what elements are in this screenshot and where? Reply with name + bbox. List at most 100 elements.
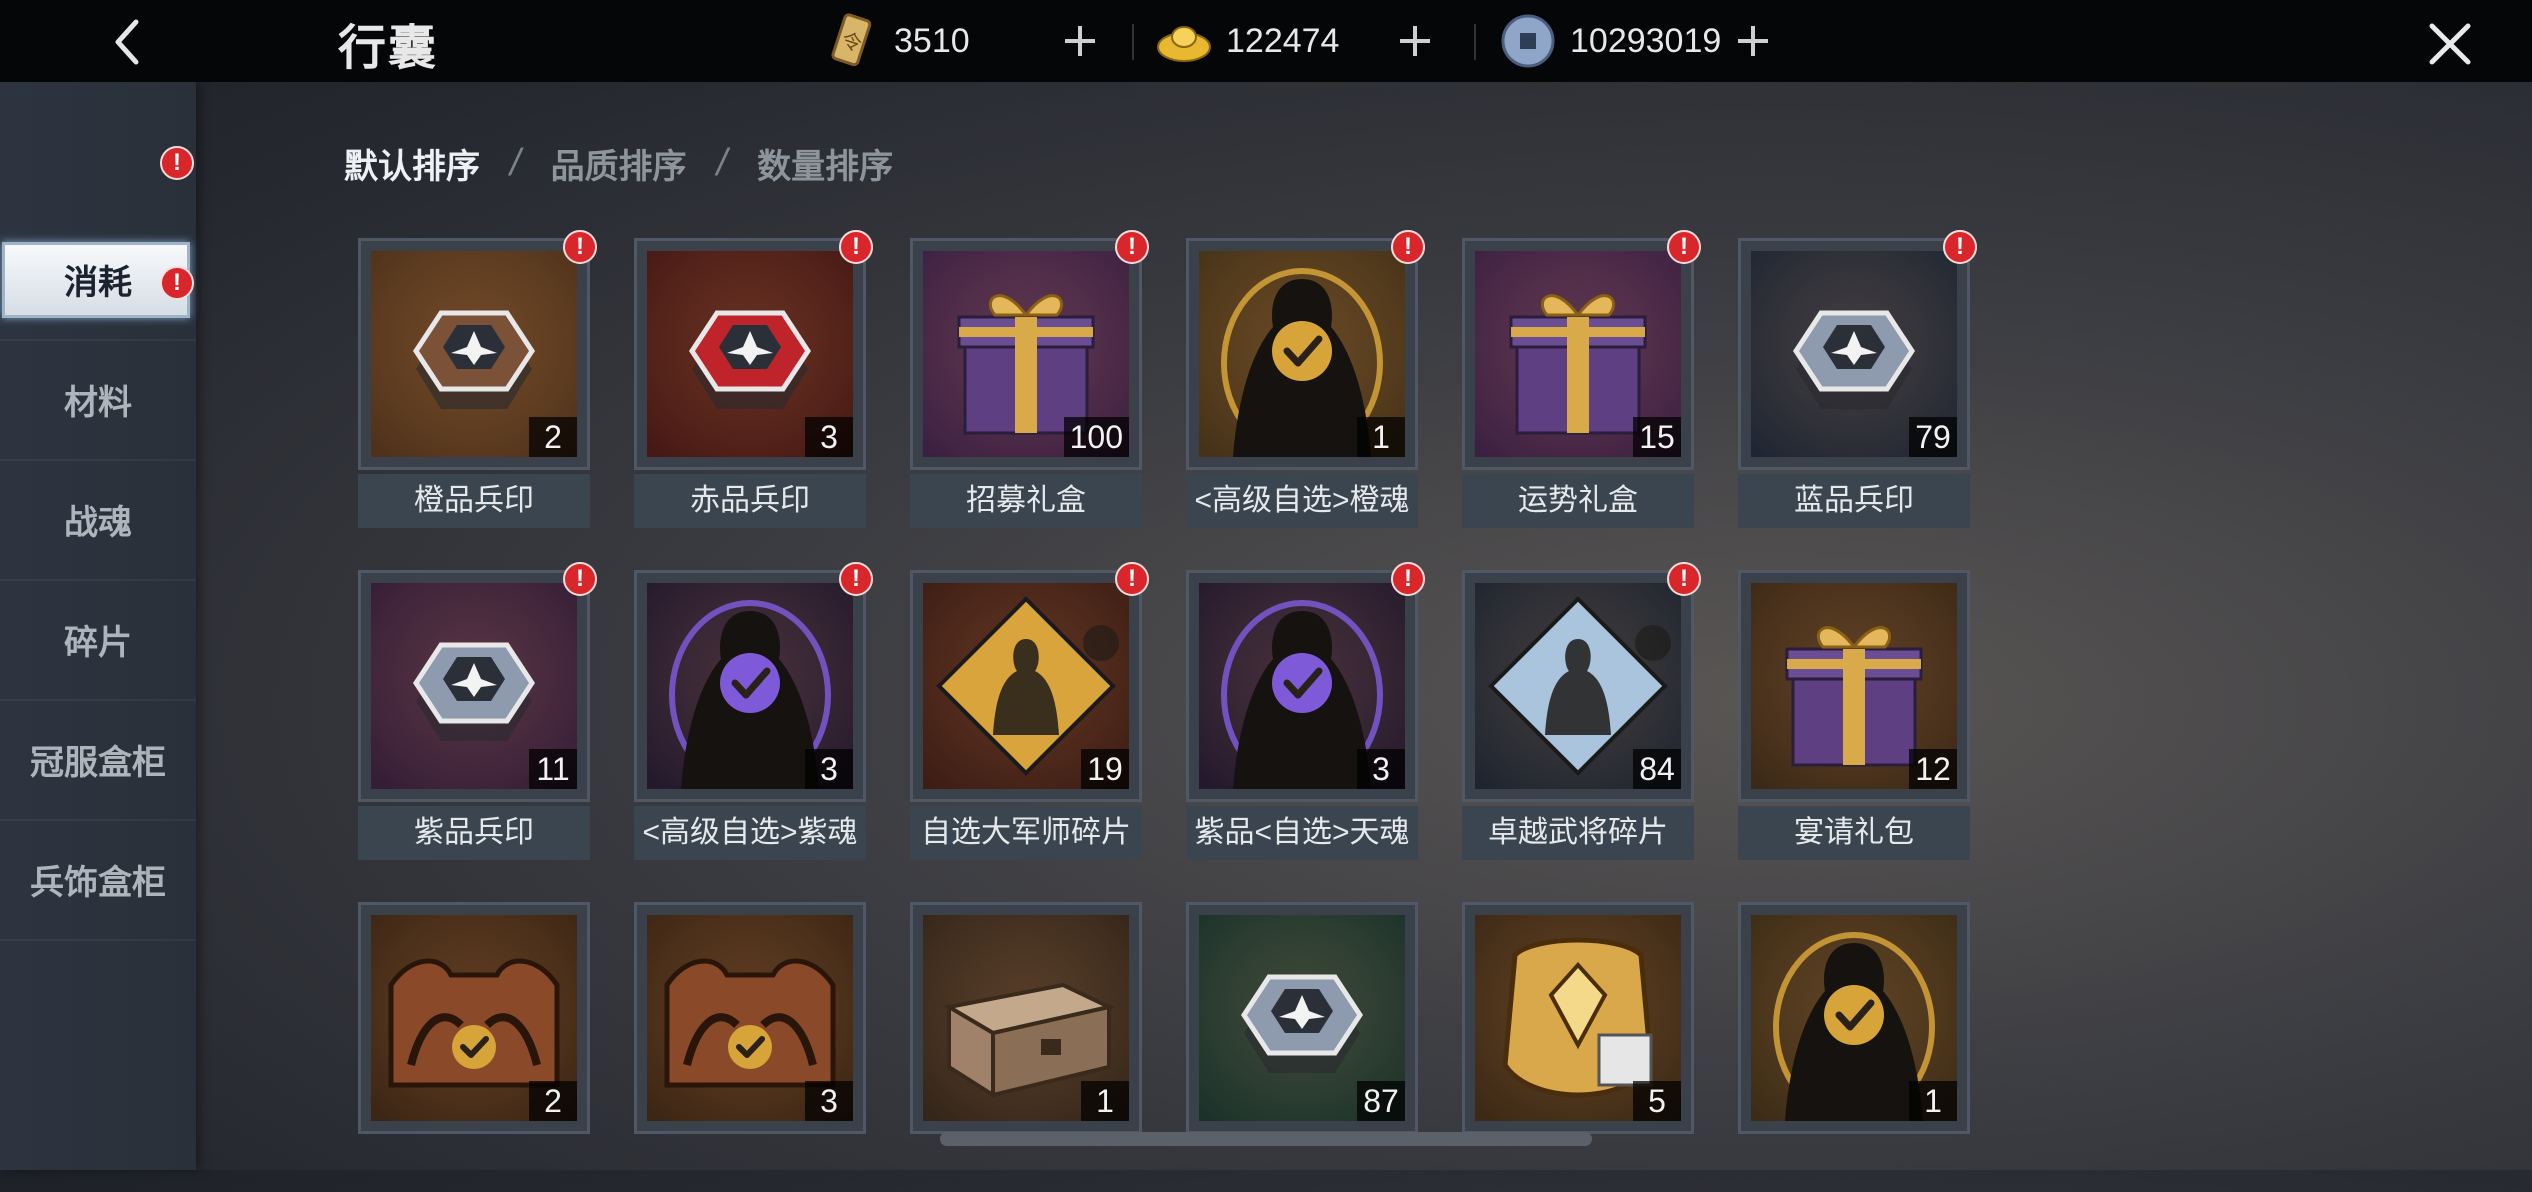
currency-coin: 10293019 (1500, 0, 1721, 82)
item-frame: 19 (910, 570, 1142, 802)
inventory-item[interactable]: 3 赤品兵印! (634, 230, 873, 528)
item-count: 5 (1633, 1081, 1681, 1121)
divider (1474, 24, 1476, 60)
item-count: 15 (1633, 417, 1681, 457)
sort-divider: / (510, 141, 521, 184)
inventory-item[interactable]: 1 (910, 902, 1142, 1192)
add-gold-button[interactable] (1390, 16, 1440, 66)
token-count: 3510 (894, 21, 970, 60)
sort-bar: 默认排序 / 品质排序 / 数量排序 (344, 138, 893, 188)
inventory-item[interactable]: 3 <高级自选>紫魂! (634, 562, 873, 860)
inventory-item[interactable]: 3 (634, 902, 866, 1192)
sort-divider: / (716, 141, 728, 184)
item-count: 2 (529, 417, 577, 457)
inventory-item[interactable]: 12 宴请礼包 (1738, 570, 1970, 860)
gold-count: 122474 (1226, 21, 1340, 60)
add-coin-button[interactable] (1728, 16, 1778, 66)
sort-quantity[interactable]: 数量排序 (757, 139, 893, 188)
item-name: 紫品<自选>天魂 (1186, 806, 1418, 860)
item-count: 100 (1063, 417, 1129, 457)
gold-ingot-icon (1157, 26, 1211, 62)
inventory-item[interactable]: 2 橙品兵印! (358, 230, 597, 528)
item-frame: 1 (1186, 238, 1418, 470)
item-count: 79 (1909, 417, 1957, 457)
item-count: 2 (529, 1081, 577, 1121)
item-count: 1 (1357, 417, 1405, 457)
notification-badge: ! (160, 266, 194, 300)
item-frame: 3 (1186, 570, 1418, 802)
item-count: 3 (805, 749, 853, 789)
currency-gold: 122474 (1156, 0, 1339, 82)
item-count: 11 (529, 749, 577, 789)
sidebar-item-war-souls[interactable]: 战魂 (0, 459, 196, 581)
sidebar-item-weapon-skin-cabinet[interactable]: 兵饰盒柜 (0, 819, 196, 941)
item-frame: 5 (1462, 902, 1694, 1134)
item-name: 赤品兵印 (634, 474, 866, 528)
inventory-item[interactable]: 100 招募礼盒! (910, 230, 1149, 528)
inventory-item[interactable]: 87 (1186, 902, 1418, 1192)
inventory-item[interactable]: 79 蓝品兵印! (1738, 230, 1977, 528)
item-frame: 11 (358, 570, 590, 802)
inventory-item[interactable]: 84 卓越武将碎片! (1462, 562, 1701, 860)
top-bar: 行囊 令 3510 122474 10293019 (0, 0, 2532, 82)
item-frame: 84 (1462, 570, 1694, 802)
inventory-item[interactable]: 3 紫品<自选>天魂! (1186, 562, 1425, 860)
item-name: <高级自选>橙魂 (1186, 474, 1418, 528)
inventory-item[interactable]: 1 (1738, 902, 1970, 1192)
sidebar-item-materials[interactable]: 材料 (0, 339, 196, 461)
item-count: 19 (1081, 749, 1129, 789)
notification-badge: ! (1943, 230, 1977, 264)
item-frame: 79 (1738, 238, 1970, 470)
item-frame: 3 (634, 902, 866, 1134)
close-icon[interactable] (2420, 14, 2480, 74)
item-frame: 1 (910, 902, 1142, 1134)
currency-token: 令 3510 (824, 0, 970, 82)
scrollbar[interactable] (940, 1132, 1592, 1146)
coin-icon (1501, 14, 1555, 68)
item-count: 87 (1357, 1081, 1405, 1121)
divider (1132, 24, 1134, 60)
notification-badge: ! (563, 230, 597, 264)
item-count: 3 (805, 1081, 853, 1121)
add-token-button[interactable] (1055, 16, 1105, 66)
inventory-item[interactable]: 11 紫品兵印! (358, 562, 597, 860)
item-count: 1 (1081, 1081, 1129, 1121)
inventory-item[interactable]: 2 (358, 902, 590, 1192)
item-name: 卓越武将碎片 (1462, 806, 1694, 860)
notification-badge: ! (839, 562, 873, 596)
inventory-item[interactable]: 1 <高级自选>橙魂! (1186, 230, 1425, 528)
notification-badge: ! (839, 230, 873, 264)
notification-badge: ! (1667, 230, 1701, 264)
notification-badge: ! (1115, 562, 1149, 596)
inventory-item[interactable]: 15 运势礼盒! (1462, 230, 1701, 528)
item-name: 宴请礼包 (1738, 806, 1970, 860)
sort-default[interactable]: 默认排序 (344, 139, 480, 188)
sort-quality[interactable]: 品质排序 (551, 139, 687, 188)
item-frame: 3 (634, 570, 866, 802)
item-frame: 100 (910, 238, 1142, 470)
item-count: 84 (1633, 749, 1681, 789)
item-name: 紫品兵印 (358, 806, 590, 860)
item-name: 招募礼盒 (910, 474, 1142, 528)
item-name: 蓝品兵印 (1738, 474, 1970, 528)
coin-count: 10293019 (1570, 21, 1722, 60)
item-name: 自选大军师碎片 (910, 806, 1142, 860)
back-arrow-icon[interactable] (100, 12, 160, 72)
item-count: 1 (1909, 1081, 1957, 1121)
notification-badge: ! (563, 562, 597, 596)
inventory-item[interactable]: 5 (1462, 902, 1694, 1192)
sidebar-item-costume-cabinet[interactable]: 冠服盒柜 (0, 699, 196, 821)
page-title: 行囊 (338, 20, 439, 76)
inventory-item[interactable]: 19 自选大军师碎片! (910, 562, 1149, 860)
notification-badge: ! (160, 146, 194, 180)
sidebar-item-fragments[interactable]: 碎片 (0, 579, 196, 701)
item-frame: 3 (634, 238, 866, 470)
item-name: 橙品兵印 (358, 474, 590, 528)
notification-badge: ! (1391, 230, 1425, 264)
token-icon: 令 (831, 13, 872, 67)
notification-badge: ! (1391, 562, 1425, 596)
item-name: 运势礼盒 (1462, 474, 1694, 528)
item-frame: 2 (358, 238, 590, 470)
item-frame: 2 (358, 902, 590, 1134)
item-frame: 12 (1738, 570, 1970, 802)
